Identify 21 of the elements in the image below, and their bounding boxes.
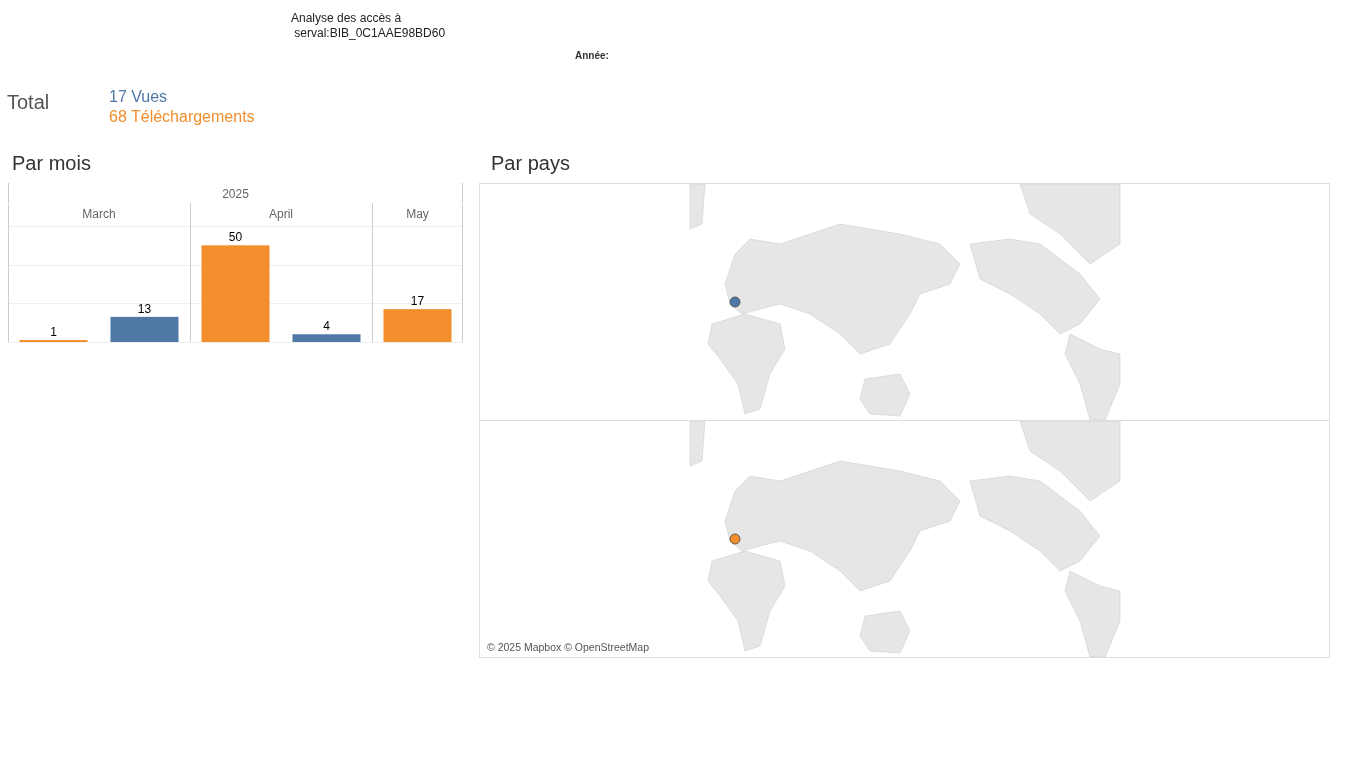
total-label: Total — [7, 91, 51, 115]
bar-value-label: 17 — [410, 294, 425, 309]
total-count: 68 Téléchargements — [109, 107, 255, 127]
map-attribution: © 2025 Mapbox © OpenStreetMap — [485, 640, 651, 654]
bar-value-label: 13 — [137, 301, 152, 316]
total-count: 17 Vues — [109, 87, 169, 107]
bar — [383, 309, 452, 342]
section-title: Par mois — [12, 151, 92, 175]
bar-value-label: 50 — [228, 230, 243, 245]
month-label: March — [82, 207, 116, 221]
month-label: April — [269, 207, 293, 221]
bar — [110, 316, 179, 342]
dashboard-title: serval:BIB_0C1AAE98BD60 — [293, 26, 447, 41]
filter-label: Année: — [575, 50, 609, 61]
bar — [292, 334, 361, 342]
month-label: May — [406, 207, 429, 221]
section-title: Par pays — [491, 151, 571, 175]
year-label: 2025 — [222, 187, 249, 201]
dashboard-title: Analyse des accès à — [291, 11, 403, 26]
bar-value-label: 4 — [323, 319, 330, 334]
bar-value-label: 1 — [50, 325, 57, 340]
